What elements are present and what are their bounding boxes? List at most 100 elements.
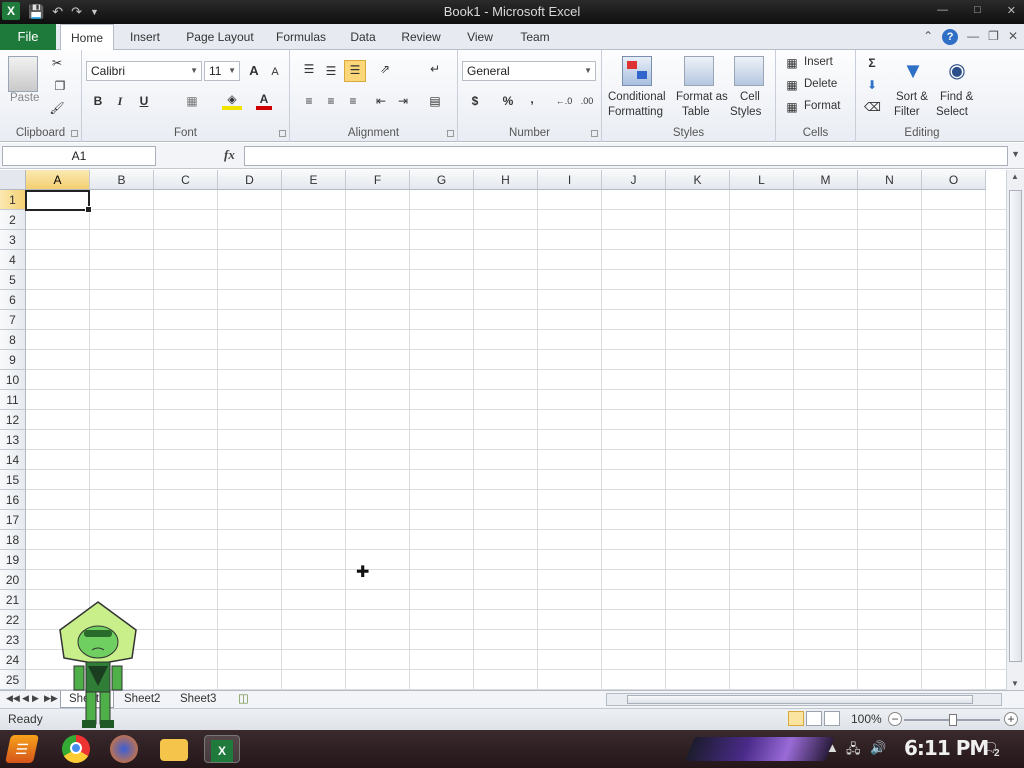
chrome-icon[interactable] (62, 735, 90, 763)
horizontal-scrollbar[interactable] (606, 693, 1002, 706)
find-select-label-1[interactable]: Find & (940, 91, 973, 103)
start-button-icon[interactable]: ☰ (5, 735, 39, 763)
shrink-font-button[interactable]: A (268, 63, 282, 81)
collapse-ribbon-icon[interactable]: ⌃ (923, 29, 933, 45)
conditional-formatting-label-2[interactable]: Formatting (608, 106, 663, 118)
first-sheet-icon[interactable]: ◀◀ (6, 693, 20, 704)
row-header-22[interactable]: 22 (0, 610, 26, 630)
row-header-15[interactable]: 15 (0, 470, 26, 490)
row-header-8[interactable]: 8 (0, 330, 26, 350)
align-top-icon[interactable]: ☰ (300, 60, 318, 78)
tab-insert[interactable]: Insert (118, 24, 172, 50)
column-header-n[interactable]: N (858, 170, 922, 190)
row-header-2[interactable]: 2 (0, 210, 26, 230)
vertical-scroll-thumb[interactable] (1009, 190, 1022, 662)
column-header-m[interactable]: M (794, 170, 858, 190)
format-as-table-label-2[interactable]: Table (682, 106, 710, 118)
row-header-14[interactable]: 14 (0, 450, 26, 470)
grow-font-button[interactable]: A (246, 62, 262, 80)
excel-taskbar-icon[interactable]: X (204, 735, 240, 763)
merge-center-icon[interactable]: ▤ (424, 92, 446, 110)
column-header-j[interactable]: J (602, 170, 666, 190)
format-cells-label[interactable]: Format (804, 100, 840, 112)
delete-cells-icon[interactable]: ▦ (784, 76, 800, 94)
row-header-10[interactable]: 10 (0, 370, 26, 390)
close-icon[interactable]: ✕ (1007, 4, 1016, 17)
page-layout-view-icon[interactable] (806, 711, 822, 726)
row-header-24[interactable]: 24 (0, 650, 26, 670)
borders-icon[interactable]: ▦ (180, 92, 204, 110)
tab-file[interactable]: File (0, 24, 56, 50)
delete-cells-label[interactable]: Delete (804, 78, 837, 90)
row-header-18[interactable]: 18 (0, 530, 26, 550)
file-explorer-icon[interactable] (160, 739, 188, 761)
firefox-icon[interactable] (110, 735, 138, 763)
prev-sheet-icon[interactable]: ◀ (22, 693, 29, 704)
row-header-19[interactable]: 19 (0, 550, 26, 570)
cell-styles-label-2[interactable]: Styles (730, 106, 761, 118)
zoom-slider-thumb[interactable] (949, 714, 957, 726)
font-color-icon[interactable]: A (256, 92, 272, 110)
cell-styles-label-1[interactable]: Cell (740, 91, 760, 103)
column-header-i[interactable]: I (538, 170, 602, 190)
name-box[interactable]: A1 (2, 146, 156, 166)
normal-view-icon[interactable] (788, 711, 804, 726)
select-all-button[interactable] (0, 170, 26, 190)
row-header-11[interactable]: 11 (0, 390, 26, 410)
format-as-table-icon[interactable] (684, 56, 714, 86)
column-header-h[interactable]: H (474, 170, 538, 190)
row-header-5[interactable]: 5 (0, 270, 26, 290)
expand-formula-bar-icon[interactable]: ▼ (1011, 149, 1020, 159)
fill-icon[interactable]: ⬇ (864, 76, 880, 94)
minimize-icon[interactable]: — (937, 4, 948, 17)
paste-icon[interactable] (8, 56, 38, 92)
paste-label[interactable]: Paste (10, 92, 39, 104)
decrease-decimal-button[interactable]: .00 (576, 92, 598, 110)
volume-icon[interactable]: 🔊 (870, 740, 886, 756)
font-launcher-icon[interactable] (279, 130, 286, 137)
active-cell[interactable] (25, 190, 92, 213)
row-header-17[interactable]: 17 (0, 510, 26, 530)
align-center-icon[interactable]: ≡ (322, 92, 340, 110)
align-middle-icon[interactable]: ☰ (322, 62, 340, 80)
align-right-icon[interactable]: ≡ (344, 92, 362, 110)
column-header-e[interactable]: E (282, 170, 346, 190)
comma-button[interactable]: , (526, 90, 538, 108)
copy-icon[interactable]: ❐ (48, 77, 72, 95)
vertical-scrollbar[interactable]: ▲ ▼ (1006, 170, 1024, 690)
font-family-select[interactable]: Calibri ▼ (86, 61, 202, 81)
italic-button[interactable]: I (112, 92, 128, 110)
row-header-21[interactable]: 21 (0, 590, 26, 610)
sort-filter-label-1[interactable]: Sort & (896, 91, 928, 103)
row-header-20[interactable]: 20 (0, 570, 26, 590)
insert-sheet-icon[interactable]: ◫ (230, 691, 257, 708)
sheet-tab-3[interactable]: Sheet3 (172, 691, 224, 708)
clear-icon[interactable]: ⌫ (864, 98, 881, 116)
format-painter-icon[interactable]: 🖌 (48, 99, 66, 117)
scroll-up-icon[interactable]: ▲ (1011, 172, 1019, 181)
row-header-3[interactable]: 3 (0, 230, 26, 250)
clipboard-launcher-icon[interactable] (71, 130, 78, 137)
column-header-a[interactable]: A (26, 170, 90, 190)
insert-function-button[interactable]: fx (224, 147, 235, 163)
number-format-select[interactable]: General ▼ (462, 61, 596, 81)
number-launcher-icon[interactable] (591, 130, 598, 137)
tab-page-layout[interactable]: Page Layout (180, 24, 260, 50)
sort-filter-icon[interactable]: ▼ (898, 56, 928, 86)
minimize-icon[interactable]: — (967, 29, 979, 45)
align-bottom-icon[interactable]: ☰ (344, 60, 366, 82)
column-header-f[interactable]: F (346, 170, 410, 190)
row-header-6[interactable]: 6 (0, 290, 26, 310)
sort-filter-label-2[interactable]: Filter (894, 106, 920, 118)
cell-styles-icon[interactable] (734, 56, 764, 86)
column-header-l[interactable]: L (730, 170, 794, 190)
bold-button[interactable]: B (90, 92, 106, 110)
row-header-25[interactable]: 25 (0, 670, 26, 690)
row-header-12[interactable]: 12 (0, 410, 26, 430)
tab-home[interactable]: Home (60, 24, 114, 51)
row-header-23[interactable]: 23 (0, 630, 26, 650)
row-header-7[interactable]: 7 (0, 310, 26, 330)
conditional-formatting-label-1[interactable]: Conditional (608, 91, 666, 103)
conditional-formatting-icon[interactable] (622, 56, 652, 86)
cut-icon[interactable]: ✂ (48, 54, 66, 72)
